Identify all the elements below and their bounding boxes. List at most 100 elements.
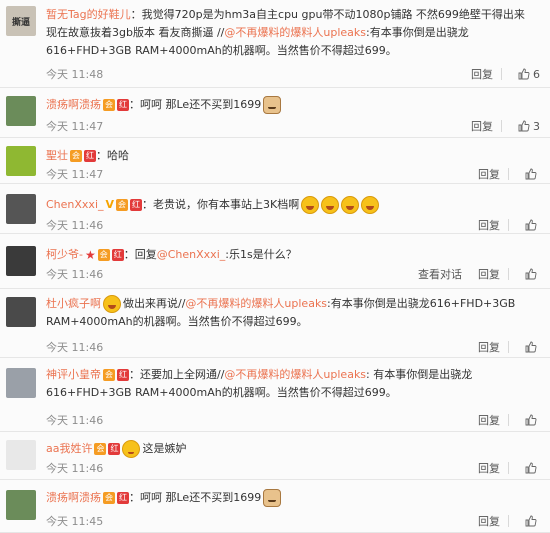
comment-actions: 回复 3 — [455, 118, 540, 134]
vip-badge-icon: 会 — [103, 99, 115, 111]
like-button[interactable] — [525, 414, 540, 426]
vip-badge-icon: 会 — [70, 150, 82, 162]
comment-item: ChenXxxi_ V 会红：老贵说，你有本事站上3K档啊 今天 11:46 回复 — [0, 184, 550, 234]
username-link[interactable]: ChenXxxi_ — [46, 198, 104, 211]
comment-text: ：还要加上全网通// — [129, 368, 225, 381]
username-link[interactable]: 溃疡啊溃疡 — [46, 491, 101, 504]
avatar[interactable] — [6, 96, 36, 126]
username-link[interactable]: 暂无Tag的好鞋儿 — [46, 8, 131, 21]
comment-body: 溃疡啊溃疡会红：呵呵 那Le还不买到1699 — [46, 96, 538, 114]
like-button[interactable] — [525, 341, 540, 353]
mention-link[interactable]: @ChenXxxi_ — [157, 248, 226, 261]
timestamp: 今天 11:46 — [46, 414, 104, 427]
reply-button[interactable]: 回复 — [478, 266, 500, 282]
comment-actions: 回复 — [462, 513, 540, 529]
red-badge-icon: 红 — [117, 492, 129, 504]
timestamp: 今天 11:46 — [46, 462, 104, 475]
like-button[interactable] — [525, 168, 540, 180]
comment-body: 神评小皇帝会红：还要加上全网通//@不再爆料的爆料人upleaks: 有本事你倒… — [46, 366, 538, 402]
timestamp: 今天 11:45 — [46, 515, 104, 528]
avatar-text: 撕逼 — [11, 17, 30, 28]
comment-item: 撕逼 暂无Tag的好鞋儿：我觉得720p是为hm3a自主cpu gpu带不动108… — [0, 0, 550, 88]
divider — [508, 515, 509, 527]
username-link[interactable]: 神评小皇帝 — [46, 368, 101, 381]
comment-actions: 查看对话 回复 — [402, 266, 540, 282]
comment-body: 溃疡啊溃疡会红：呵呵 那Le还不买到1699 — [46, 489, 538, 507]
thumbs-up-icon — [525, 168, 537, 180]
red-badge-icon: 红 — [117, 369, 129, 381]
reply-button[interactable]: 回复 — [478, 513, 500, 529]
laugh-emoji-icon — [301, 196, 320, 214]
avatar[interactable] — [6, 368, 36, 398]
thumbs-up-icon — [518, 120, 530, 132]
like-button[interactable]: 6 — [518, 68, 540, 81]
username-link[interactable]: aa我姓许 — [46, 442, 92, 455]
comment-text: ：哈哈 — [96, 149, 129, 162]
timestamp: 今天 11:47 — [46, 120, 104, 133]
username-link[interactable]: 杜小疯子啊 — [46, 297, 101, 310]
reply-button[interactable]: 回复 — [471, 118, 493, 134]
thumbs-up-icon — [518, 68, 530, 80]
mention-link[interactable]: @不再爆料的爆料人upleaks — [224, 368, 366, 381]
thumbs-up-icon — [525, 341, 537, 353]
timestamp: 今天 11:46 — [46, 341, 104, 354]
timestamp: 今天 11:46 — [46, 268, 104, 281]
like-button[interactable]: 3 — [518, 120, 540, 133]
avatar[interactable] — [6, 440, 36, 470]
like-button[interactable] — [525, 515, 540, 527]
thinking-emoji-icon — [122, 440, 141, 458]
red-badge-icon: 红 — [111, 249, 124, 261]
red-badge-icon: 红 — [117, 99, 129, 111]
comment-text: ：回复 — [123, 248, 157, 261]
comment-item: aa我姓许会红 这是嫉妒 今天 11:46 回复 — [0, 432, 550, 480]
divider — [508, 219, 509, 231]
like-count: 6 — [533, 67, 540, 81]
mention-link[interactable]: @不再爆料的爆料人upleaks — [185, 297, 327, 310]
avatar[interactable] — [6, 246, 36, 276]
like-button[interactable] — [525, 462, 540, 474]
divider — [508, 341, 509, 353]
comment-text: ：呵呵 那Le还不买到1699 — [129, 491, 262, 504]
laugh-emoji-icon — [103, 295, 121, 313]
reply-button[interactable]: 回复 — [471, 66, 493, 82]
divider — [508, 414, 509, 426]
comment-body: 杜小疯子啊 做出来再说//@不再爆料的爆料人upleaks:有本事你倒是出骁龙61… — [46, 295, 538, 331]
avatar[interactable] — [6, 297, 36, 327]
red-badge-icon: 红 — [84, 150, 96, 162]
comment-list: 撕逼 暂无Tag的好鞋儿：我觉得720p是为hm3a自主cpu gpu带不动108… — [0, 0, 550, 533]
laugh-emoji-icon — [361, 196, 380, 214]
divider — [501, 68, 502, 80]
avatar[interactable]: 撕逼 — [6, 6, 36, 36]
comment-actions: 回复 — [462, 412, 540, 428]
username-link[interactable]: 溃疡啊溃疡 — [46, 98, 101, 111]
thumbs-up-icon — [525, 462, 537, 474]
avatar[interactable] — [6, 194, 36, 224]
avatar[interactable] — [6, 490, 36, 520]
comment-item: 神评小皇帝会红：还要加上全网通//@不再爆料的爆料人upleaks: 有本事你倒… — [0, 358, 550, 432]
comment-text: ：呵呵 那Le还不买到1699 — [129, 98, 262, 111]
reply-button[interactable]: 回复 — [478, 460, 500, 476]
laugh-emoji-icon — [341, 196, 360, 214]
reply-button[interactable]: 回复 — [478, 166, 500, 182]
reply-button[interactable]: 回复 — [478, 412, 500, 428]
comment-actions: 回复 — [462, 339, 540, 355]
comment-text: ：老贵说，你有本事站上3K档啊 — [142, 198, 300, 211]
red-badge-icon: 红 — [108, 443, 121, 455]
avatar[interactable] — [6, 146, 36, 176]
divider — [508, 462, 509, 474]
like-button[interactable] — [525, 219, 540, 231]
comment-body: ChenXxxi_ V 会红：老贵说，你有本事站上3K档啊 — [46, 196, 538, 214]
username-link[interactable]: 聖壮 — [46, 149, 68, 162]
mention-link[interactable]: @不再爆料的爆料人upleaks — [224, 26, 366, 39]
red-badge-icon: 红 — [130, 199, 143, 211]
reply-button[interactable]: 回复 — [478, 217, 500, 233]
star-badge-icon: ★ — [84, 248, 96, 262]
like-button[interactable] — [525, 268, 540, 280]
like-count: 3 — [533, 119, 540, 133]
reply-button[interactable]: 回复 — [478, 339, 500, 355]
thumbs-up-icon — [525, 414, 537, 426]
username-link[interactable]: 柯少爷- — [46, 248, 83, 261]
thumbs-up-icon — [525, 268, 537, 280]
view-conversation-button[interactable]: 查看对话 — [418, 266, 462, 282]
comment-actions: 回复 — [462, 217, 540, 233]
